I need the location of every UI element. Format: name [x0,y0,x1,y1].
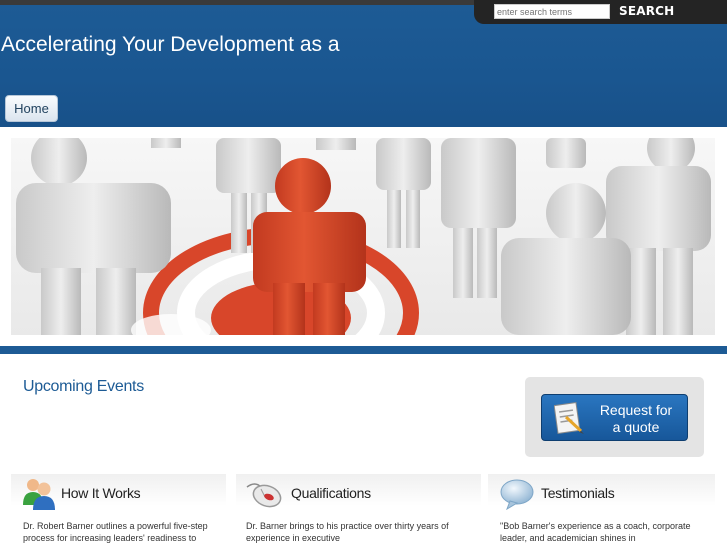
how-it-works-heading: How It Works [61,485,141,501]
testimonials-text: "Bob Barner's experience as a coach, cor… [500,521,691,543]
page-title: Accelerating Your Development as a [1,33,340,56]
document-pencil-icon [553,401,586,439]
nav-home[interactable]: Home [5,95,58,122]
how-it-works-text: Dr. Robert Barner outlines a powerful fi… [23,521,208,543]
request-quote-button[interactable]: Request for a quote [541,394,688,441]
speech-bubble-icon [500,478,536,515]
search-button[interactable]: SEARCH [619,4,674,18]
mouse-icon [245,479,283,514]
request-quote-label: Request for a quote [599,402,673,435]
hero-banner-image [11,138,715,335]
upcoming-events-heading: Upcoming Events [23,378,144,395]
section-divider [0,346,727,354]
testimonials-heading: Testimonials [541,485,615,501]
qualifications-text: Dr. Barner brings to his practice over t… [246,521,449,543]
qualifications-heading: Qualifications [291,485,371,501]
people-icon [21,477,57,516]
search-input[interactable] [494,4,610,19]
